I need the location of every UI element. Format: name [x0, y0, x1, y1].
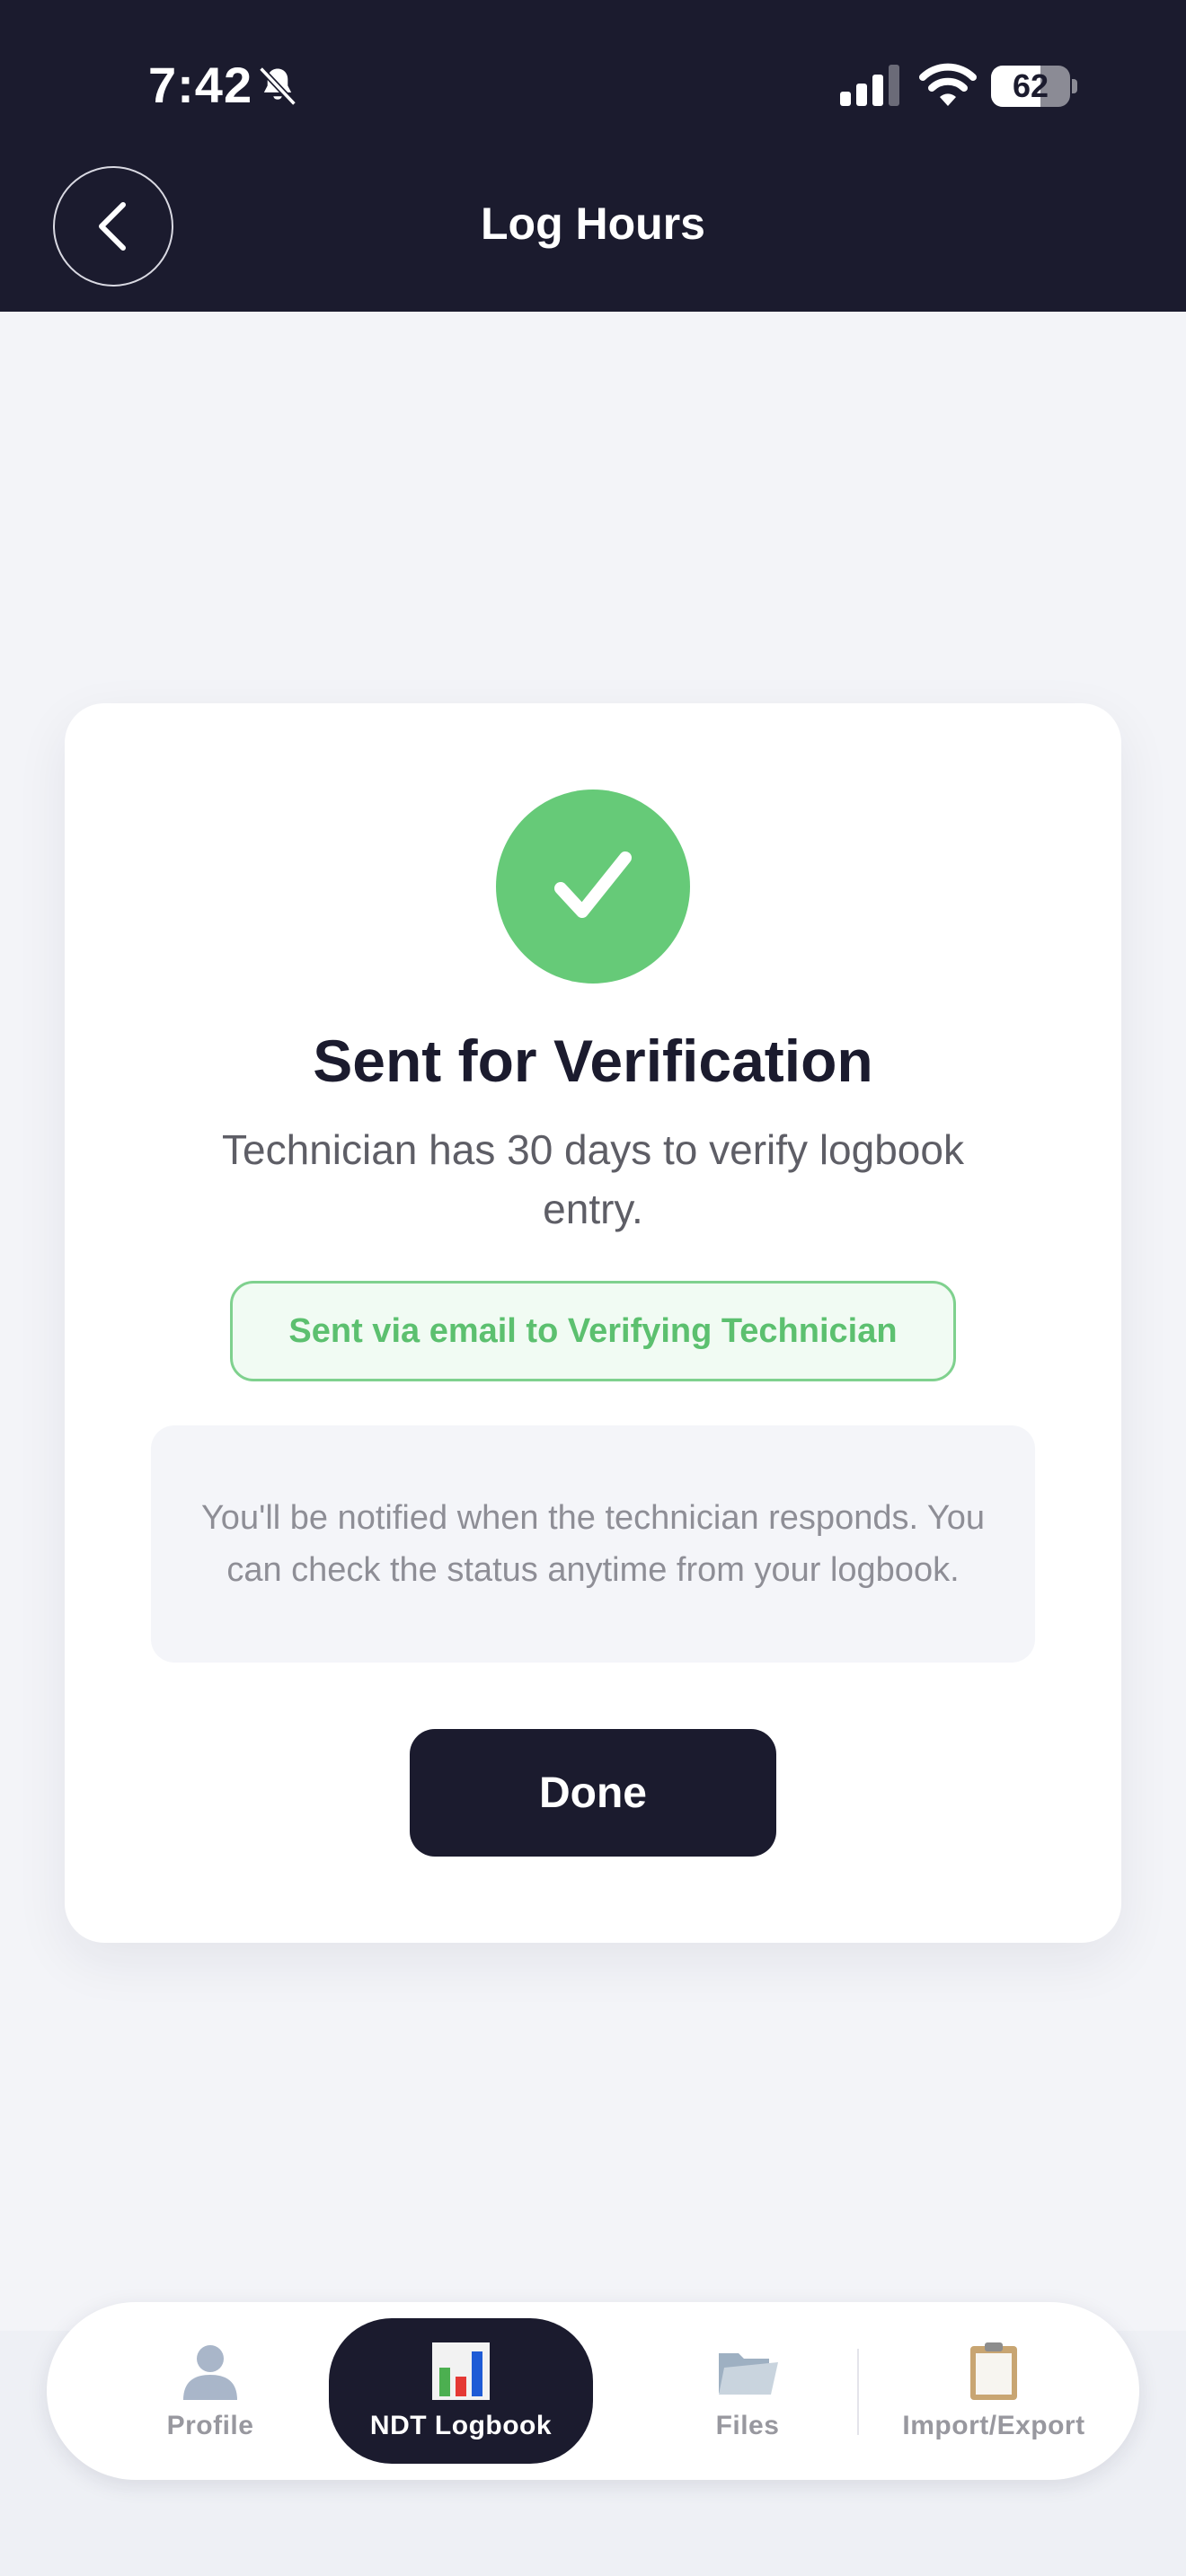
tab-label: Import/Export — [902, 2411, 1085, 2440]
battery-indicator: 62 — [991, 66, 1077, 107]
tab-label: Profile — [166, 2411, 254, 2440]
status-bar: 7:42 62 — [0, 0, 1186, 171]
info-box: You'll be notified when the technician r… — [151, 1425, 1035, 1663]
tab-import-export[interactable]: Import/Export — [872, 2302, 1116, 2480]
card-description: Technician has 30 days to verify logbook… — [222, 1126, 964, 1232]
status-time: 7:42 — [148, 57, 253, 113]
wifi-icon — [919, 63, 977, 106]
screen: 7:42 62 Log Hours Sent for Verification … — [0, 0, 1186, 2576]
battery-body: 62 — [991, 66, 1070, 107]
tab-profile[interactable]: Profile — [75, 2302, 345, 2480]
tab-files[interactable]: Files — [640, 2302, 855, 2480]
battery-percent: 62 — [1012, 67, 1049, 104]
tab-label: Files — [715, 2411, 780, 2440]
email-sent-badge: Sent via email to Verifying Technician — [230, 1281, 956, 1381]
done-button[interactable]: Done — [410, 1729, 776, 1857]
cellular-signal-icon — [840, 65, 899, 106]
clipboard-icon — [970, 2342, 1017, 2400]
tab-ndt-logbook[interactable]: NDT Logbook — [329, 2318, 593, 2464]
page-title: Log Hours — [481, 198, 705, 249]
verification-card: Sent for Verification Technician has 30 … — [65, 703, 1121, 1943]
tab-divider — [857, 2349, 859, 2435]
battery-tip — [1072, 79, 1077, 93]
folder-icon — [719, 2353, 778, 2395]
tab-label: NDT Logbook — [369, 2411, 553, 2440]
card-title: Sent for Verification — [313, 1028, 873, 1094]
bell-muted-icon — [259, 66, 296, 106]
success-badge — [496, 790, 690, 984]
bar-chart-icon — [432, 2342, 490, 2400]
checkmark-icon — [554, 851, 632, 918]
info-text: You'll be notified when the technician r… — [200, 1499, 986, 1589]
header: 7:42 62 Log Hours — [0, 0, 1186, 312]
person-icon — [183, 2345, 237, 2400]
tab-bar: Profile NDT Logbook Files Import/Export — [47, 2302, 1139, 2480]
